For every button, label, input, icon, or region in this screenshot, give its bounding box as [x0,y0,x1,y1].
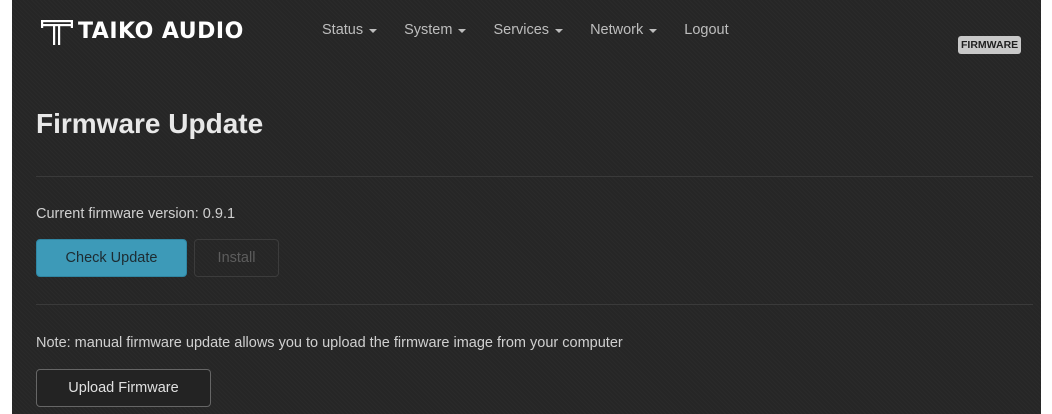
check-update-button[interactable]: Check Update [36,239,187,277]
nav-item-system[interactable]: System [404,22,467,38]
navbar: TAIKO AUDIO Status System Services Netwo… [12,0,1041,62]
brand-name: TAIKO AUDIO [78,19,244,44]
firmware-badge: FIRMWARE [958,36,1022,54]
nav-item-label: Logout [684,22,729,38]
caret-down-icon [555,29,564,33]
nav-item-status[interactable]: Status [322,22,378,38]
caret-down-icon [458,29,467,33]
main-nav: Status System Services Network Logout [322,22,756,38]
brand[interactable]: TAIKO AUDIO [40,18,244,46]
app-window: TAIKO AUDIO Status System Services Netwo… [12,0,1041,414]
taiko-audio-logo-icon [41,20,73,45]
divider [36,304,1033,305]
divider [36,176,1033,177]
nav-item-logout[interactable]: Logout [684,22,728,38]
nav-item-label: Status [322,22,364,38]
manual-update-note: Note: manual firmware update allows you … [36,335,623,351]
nav-item-label: Services [493,22,550,38]
nav-item-network[interactable]: Network [590,22,658,38]
nav-item-services[interactable]: Services [493,22,564,38]
page-title: Firmware Update [36,108,264,139]
caret-down-icon [369,29,378,33]
nav-item-label: Network [590,22,644,38]
current-firmware-version: Current firmware version: 0.9.1 [36,206,236,222]
nav-item-label: System [404,22,453,38]
caret-down-icon [649,29,658,33]
upload-firmware-button[interactable]: Upload Firmware [36,369,211,407]
install-button[interactable]: Install [194,239,279,277]
